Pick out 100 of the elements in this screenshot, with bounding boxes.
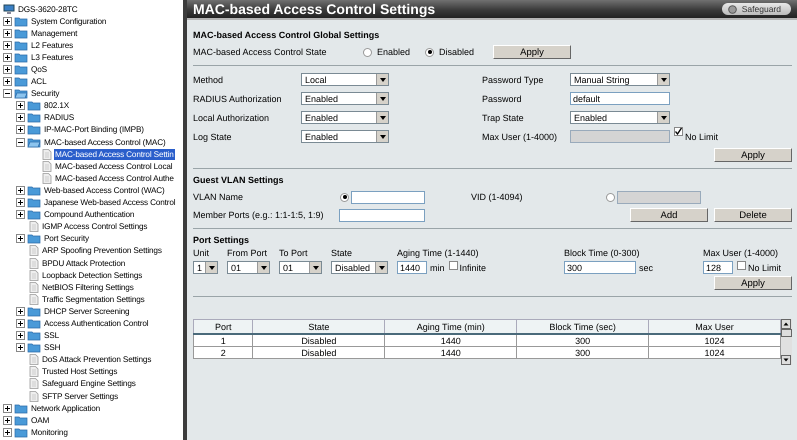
radio-button[interactable]	[425, 48, 434, 56]
scrollbar[interactable]	[781, 319, 792, 365]
radio-button[interactable]	[340, 192, 349, 202]
dropdown[interactable]: Enabled	[570, 111, 670, 124]
tree-item[interactable]: MAC-based Access Control (MAC)	[43, 136, 167, 148]
scroll-up-icon[interactable]	[781, 319, 791, 329]
document-icon	[29, 221, 39, 232]
radio-button[interactable]	[363, 48, 372, 56]
column-header: Aging Time (min)	[384, 320, 517, 334]
tree-item[interactable]: Japanese Web-based Access Control	[43, 197, 176, 208]
tree-item[interactable]: QoS	[30, 64, 48, 76]
tree-item[interactable]: MAC-based Access Control Local	[54, 160, 174, 172]
expand-toggle-icon[interactable]	[3, 52, 12, 62]
field-label: Max User (1-4000)	[703, 248, 780, 258]
tree-item[interactable]: MAC-based Access Control Authe	[54, 172, 175, 184]
tree-item[interactable]: IGMP Access Control Settings	[41, 221, 148, 232]
dropdown[interactable]: 01	[227, 261, 270, 274]
tree-item[interactable]: DGS-3620-28TC	[17, 4, 78, 15]
tree-item[interactable]: ACL	[30, 76, 48, 88]
tree-item[interactable]: Trusted Host Settings	[41, 366, 118, 378]
tree-item[interactable]: NetBIOS Filtering Settings	[41, 282, 135, 293]
tree-item[interactable]: 802.1X	[43, 100, 70, 112]
tree-item[interactable]: Safeguard Engine Settings	[41, 378, 137, 390]
max-user-field[interactable]: 128	[703, 261, 733, 274]
tree-item[interactable]: Access Authentication Control	[43, 318, 150, 329]
apply-button[interactable]: Apply	[493, 45, 571, 59]
tree-item[interactable]: SSH	[43, 342, 62, 354]
tree-item[interactable]: SFTP Server Settings	[41, 390, 120, 402]
scrollbar-thumb[interactable]	[781, 329, 792, 337]
dropdown[interactable]: 01	[279, 261, 322, 274]
expand-toggle-icon[interactable]	[16, 331, 25, 340]
expand-toggle-icon[interactable]	[3, 65, 12, 74]
expand-toggle-icon[interactable]	[3, 89, 12, 98]
vlan-name-field[interactable]	[351, 190, 425, 204]
tree-item[interactable]: Monitoring	[30, 426, 69, 438]
expand-toggle-icon[interactable]	[3, 404, 12, 413]
tree-item[interactable]: OAM	[30, 414, 50, 426]
action-button[interactable]: Delete	[714, 208, 792, 222]
dropdown[interactable]: Enabled	[301, 111, 389, 124]
expand-toggle-icon[interactable]	[3, 16, 12, 26]
expand-toggle-icon[interactable]	[3, 428, 12, 437]
expand-toggle-icon[interactable]	[3, 40, 12, 50]
folder-icon	[27, 209, 41, 220]
field-label: MAC-based Access Control State	[193, 47, 328, 57]
expand-toggle-icon[interactable]	[3, 416, 12, 425]
tree-item[interactable]: MAC-based Access Control Settin	[54, 148, 175, 160]
checkbox[interactable]	[448, 261, 458, 270]
tree-item[interactable]: Management	[30, 28, 78, 39]
tree-item[interactable]: SSL	[43, 330, 60, 342]
radio-button[interactable]	[606, 192, 615, 202]
action-button[interactable]: Add	[630, 208, 708, 222]
tree-item[interactable]: DHCP Server Screening	[43, 306, 130, 317]
tree-item[interactable]: Web-based Access Control (WAC)	[43, 184, 166, 196]
expand-toggle-icon[interactable]	[16, 125, 25, 134]
tree-item[interactable]: Compound Authentication	[43, 209, 136, 220]
expand-toggle-icon[interactable]	[3, 77, 12, 86]
checkbox[interactable]	[737, 261, 746, 270]
expand-toggle-icon[interactable]	[3, 28, 12, 38]
dropdown[interactable]: Enabled	[301, 92, 389, 105]
tree-item[interactable]: DoS Attack Prevention Settings	[41, 354, 152, 366]
block-time-field[interactable]: 300	[564, 261, 636, 274]
tree-item[interactable]: L3 Features	[30, 52, 74, 63]
column-header: Block Time (sec)	[516, 320, 649, 334]
scroll-down-icon[interactable]	[781, 355, 791, 365]
tree-item[interactable]: RADIUS	[43, 112, 76, 124]
tree-item[interactable]: System Configuration	[30, 16, 108, 27]
tree-item[interactable]: Loopback Detection Settings	[41, 270, 144, 281]
dropdown[interactable]: Disabled	[331, 261, 388, 274]
column-header: State	[252, 320, 385, 334]
password-field[interactable]: default	[570, 92, 670, 105]
expand-toggle-icon[interactable]	[16, 306, 25, 316]
apply-button[interactable]: Apply	[714, 276, 792, 290]
dropdown[interactable]: Manual String	[570, 73, 670, 86]
dropdown[interactable]: Local	[301, 73, 389, 86]
expand-toggle-icon[interactable]	[16, 198, 25, 208]
expand-toggle-icon[interactable]	[16, 186, 25, 195]
member-ports-field[interactable]	[339, 208, 425, 222]
tree-item[interactable]: IP-MAC-Port Binding (IMPB)	[43, 124, 145, 136]
expand-toggle-icon[interactable]	[16, 318, 25, 328]
tree-item[interactable]: BPDU Attack Protection	[41, 258, 126, 269]
expand-toggle-icon[interactable]	[16, 343, 25, 352]
tree-item[interactable]: Traffic Segmentation Settings	[41, 294, 146, 305]
tree-item[interactable]: Security	[30, 88, 60, 100]
apply-button[interactable]: Apply	[714, 148, 792, 162]
unit-label: min	[430, 262, 445, 272]
tree-item[interactable]: Port Security	[43, 233, 90, 244]
folder-icon	[27, 342, 41, 354]
expand-toggle-icon[interactable]	[16, 210, 25, 220]
aging-time-field[interactable]: 1440	[397, 261, 427, 274]
document-icon	[29, 245, 39, 256]
dropdown[interactable]: Enabled	[301, 130, 389, 143]
expand-toggle-icon[interactable]	[16, 234, 25, 244]
expand-toggle-icon[interactable]	[16, 101, 25, 110]
dropdown[interactable]: 1	[193, 261, 218, 274]
tree-item[interactable]: ARP Spoofing Prevention Settings	[41, 245, 163, 256]
tree-item[interactable]: Network Application	[30, 402, 102, 414]
expand-toggle-icon[interactable]	[16, 113, 25, 122]
vid-field[interactable]	[617, 190, 701, 204]
tree-item[interactable]: L2 Features	[30, 40, 74, 51]
expand-toggle-icon[interactable]	[16, 138, 25, 147]
